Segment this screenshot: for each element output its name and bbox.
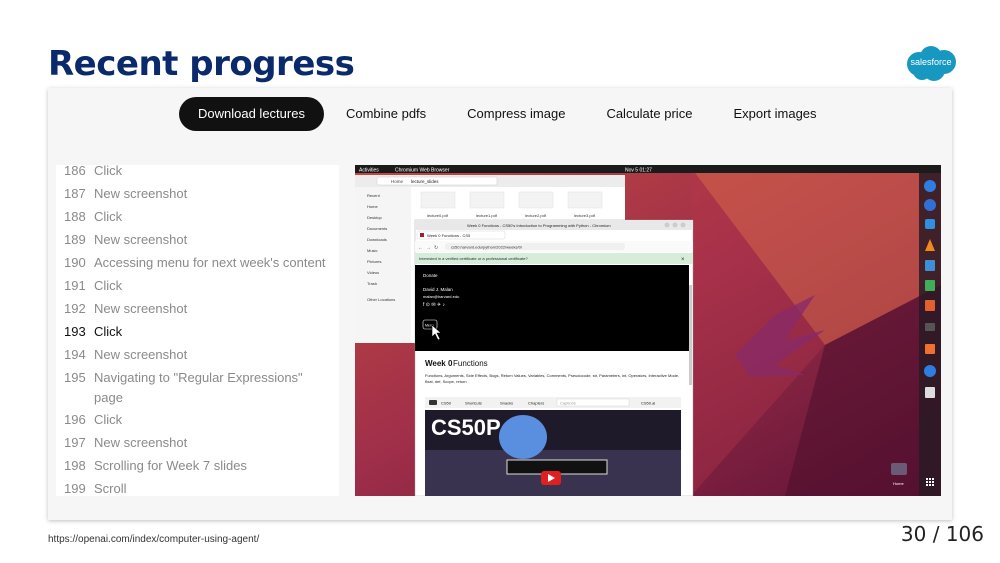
sidebar-item-music[interactable]: Music bbox=[367, 248, 377, 253]
tab-download-lectures[interactable]: Download lectures bbox=[179, 97, 324, 131]
list-item: 195 Navigating to "Regular Expressions" p… bbox=[64, 370, 303, 405]
video-title: CS50P bbox=[431, 415, 501, 440]
file-name[interactable]: lecture2.pdf bbox=[525, 213, 547, 218]
step-log-list[interactable]: 186 Click 187 New screenshot 188 Click 189 N… bbox=[56, 165, 339, 496]
browser-tab-title[interactable]: Week 0 Functions - CS5 bbox=[427, 233, 471, 238]
sidebar-item-trash[interactable]: Trash bbox=[367, 281, 377, 286]
home-folder-desktop-icon[interactable] bbox=[891, 463, 907, 475]
maximize-icon[interactable] bbox=[672, 222, 678, 228]
harvard-favicon-icon bbox=[420, 233, 424, 237]
impress-dock-icon[interactable] bbox=[925, 300, 935, 311]
chromium-dock-icon[interactable] bbox=[924, 180, 936, 192]
cs50-icon bbox=[429, 400, 437, 405]
source-url[interactable]: https://openai.com/index/computer-using-… bbox=[48, 534, 259, 545]
video-bar-label[interactable]: CS50 bbox=[441, 401, 452, 406]
certificate-banner-text[interactable]: Interested in a verified certificate or … bbox=[419, 256, 528, 261]
pdf-thumbnail[interactable] bbox=[567, 191, 603, 209]
terminal-dock-icon[interactable] bbox=[925, 323, 935, 331]
forward-icon[interactable]: → bbox=[426, 245, 431, 251]
pdf-thumbnail[interactable] bbox=[469, 191, 505, 209]
list-item: 190 Accessing menu for next week's conten… bbox=[64, 255, 326, 270]
reload-icon[interactable]: ↻ bbox=[434, 245, 438, 251]
donate-link[interactable]: Donate bbox=[423, 273, 438, 278]
files-sidebar bbox=[355, 187, 411, 343]
list-item: 196 Click bbox=[64, 412, 123, 427]
activities-label[interactable]: Activities bbox=[359, 168, 379, 174]
list-item: 186 Click bbox=[64, 165, 123, 178]
topics-text: Functions, Arguments, Side Effects, Bugs… bbox=[425, 373, 680, 384]
tab-calculate-price[interactable]: Calculate price bbox=[587, 97, 711, 131]
tab-compress-image[interactable]: Compress image bbox=[448, 97, 584, 131]
list-item: 194 New screenshot bbox=[64, 347, 188, 362]
thunderbird-dock-icon[interactable] bbox=[924, 199, 936, 211]
pdf-thumbnail[interactable] bbox=[420, 191, 456, 209]
page-number: 30 / 106 bbox=[900, 522, 984, 546]
sidebar-item-home[interactable]: Home bbox=[367, 204, 378, 209]
file-name[interactable]: lecture1.pdf bbox=[476, 213, 498, 218]
page-scrollbar[interactable] bbox=[689, 285, 692, 385]
tab-export-images[interactable]: Export images bbox=[714, 97, 835, 131]
file-name[interactable]: lecture0.pdf bbox=[427, 213, 449, 218]
sidebar-item-pictures[interactable]: Pictures bbox=[367, 259, 381, 264]
topic-heading: Functions bbox=[453, 359, 488, 368]
minimize-icon[interactable] bbox=[664, 222, 670, 228]
sidebar-item-recent[interactable]: Recent bbox=[367, 193, 381, 198]
clock-label[interactable]: Nov 5 01:27 bbox=[625, 168, 652, 174]
author-name: David J. Malan bbox=[423, 287, 453, 292]
pdf-thumbnail[interactable] bbox=[518, 191, 554, 209]
browser-window-title: Week 0 Functions - CS50's Introduction t… bbox=[467, 223, 611, 228]
url-text[interactable]: cs50.harvard.edu/python/2022/weeks/0/ bbox=[451, 245, 523, 250]
list-item: 187 New screenshot bbox=[64, 186, 188, 201]
topics-text-wrap: Functions, Arguments, Side Effects, Bugs… bbox=[425, 373, 680, 384]
cs50-ai-link[interactable]: CS50.ai bbox=[641, 401, 655, 406]
back-icon[interactable]: ← bbox=[418, 245, 423, 251]
salesforce-logo: salesforce bbox=[904, 44, 958, 82]
sidebar-item-other-locations[interactable]: Other Locations bbox=[367, 297, 395, 302]
slide-title: Recent progress bbox=[48, 44, 355, 84]
writer-dock-icon[interactable] bbox=[925, 260, 935, 271]
snacks-dropdown[interactable]: Snacks bbox=[500, 401, 513, 406]
course-header bbox=[415, 265, 689, 351]
show-apps-icon[interactable] bbox=[926, 478, 934, 486]
vscode-dock-icon[interactable] bbox=[925, 219, 935, 229]
list-item: 191 Click bbox=[64, 278, 123, 293]
social-icons[interactable]: f ⊙ ✉ ✈ ♪ bbox=[423, 302, 446, 308]
list-item: 188 Click bbox=[64, 209, 123, 224]
sidebar-item-desktop[interactable]: Desktop bbox=[367, 215, 382, 220]
shortcuts-button[interactable]: Shortcuts bbox=[465, 401, 482, 406]
list-item: 198 Scrolling for Week 7 slides bbox=[64, 458, 247, 473]
chapters-dropdown[interactable]: Chapters bbox=[528, 401, 544, 406]
captions-placeholder: Captions bbox=[560, 401, 576, 406]
week-heading: Week 0 bbox=[425, 359, 453, 368]
sidebar-item-downloads[interactable]: Downloads bbox=[367, 237, 387, 242]
logo-text: salesforce bbox=[910, 57, 952, 67]
sidebar-item-videos[interactable]: Videos bbox=[367, 270, 379, 275]
home-folder-label: Home bbox=[893, 481, 904, 486]
close-icon[interactable] bbox=[680, 222, 686, 228]
file-name[interactable]: lecture3.pdf bbox=[574, 213, 596, 218]
appstore-dock-icon[interactable] bbox=[925, 344, 935, 354]
banner-close-icon[interactable]: × bbox=[681, 257, 685, 263]
list-item-current: 193 Click bbox=[64, 324, 123, 339]
breadcrumb-folder[interactable]: lecture_slides bbox=[411, 179, 439, 184]
slide: Recent progress salesforce Download lect… bbox=[0, 0, 1000, 563]
list-item: 192 New screenshot bbox=[64, 301, 188, 316]
sidebar-item-documents[interactable]: Documents bbox=[367, 226, 387, 231]
demo-panel: Download lectures Combine pdfs Compress … bbox=[48, 88, 952, 520]
desktop-screenshot: Activities Chromium Web Browser Nov 5 01… bbox=[355, 165, 941, 496]
desktop-canvas: Activities Chromium Web Browser Nov 5 01… bbox=[355, 165, 941, 496]
calc-dock-icon[interactable] bbox=[925, 280, 935, 291]
task-tabs: Download lectures Combine pdfs Compress … bbox=[179, 97, 839, 131]
trash-dock-icon[interactable] bbox=[925, 387, 935, 398]
breadcrumb-home[interactable]: Home bbox=[391, 179, 404, 184]
tab-combine-pdfs[interactable]: Combine pdfs bbox=[327, 97, 445, 131]
list-item: 189 New screenshot bbox=[64, 232, 188, 247]
help-dock-icon[interactable] bbox=[924, 365, 936, 377]
author-email[interactable]: malan@harvard.edu bbox=[423, 294, 459, 299]
active-app-label: Chromium Web Browser bbox=[395, 168, 450, 174]
list-item: 199 Scroll bbox=[64, 481, 127, 496]
list-item: 197 New screenshot bbox=[64, 435, 188, 450]
video-mascot bbox=[499, 415, 547, 459]
